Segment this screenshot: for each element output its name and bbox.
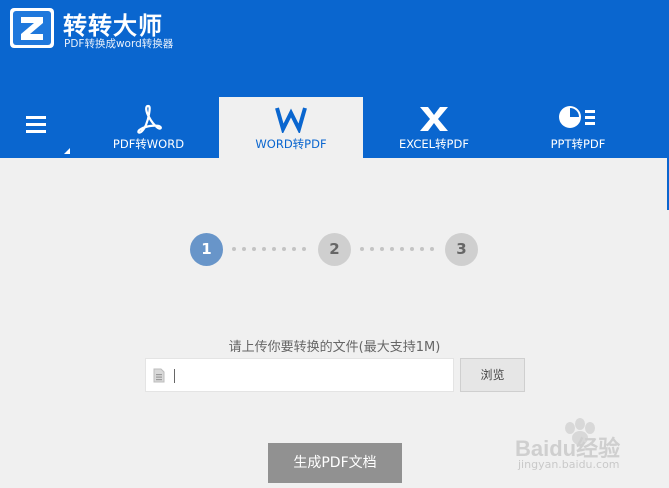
powerpoint-icon [559, 106, 595, 128]
tab-word-to-pdf[interactable]: WORD转PDF [219, 97, 363, 158]
document-icon [153, 368, 165, 383]
acrobat-icon [136, 104, 162, 134]
step-connector-dots [360, 247, 440, 252]
watermark-url: jingyan.baidu.com [518, 458, 620, 471]
file-path-input[interactable] [145, 358, 454, 392]
step-connector-dots [232, 247, 312, 252]
tab-excel-to-pdf[interactable]: EXCEL转PDF [380, 97, 488, 158]
tab-pdf-to-word[interactable]: PDF转WORD [96, 97, 201, 158]
tab-label: PPT转PDF [550, 137, 606, 151]
app-subtitle: PDF转换成word转换器 [64, 38, 174, 50]
upload-prompt: 请上传你要转换的文件(最大支持1M) [228, 340, 441, 355]
word-icon [275, 107, 307, 133]
hamburger-menu-icon[interactable] [22, 116, 52, 138]
step-3-indicator: 3 [445, 233, 478, 266]
generate-pdf-button[interactable]: 生成PDF文档 [268, 443, 402, 483]
excel-icon [420, 107, 448, 131]
tab-label: EXCEL转PDF [399, 137, 469, 151]
step-1-indicator: 1 [190, 233, 223, 266]
step-2-indicator: 2 [318, 233, 351, 266]
text-cursor [174, 369, 175, 383]
menu-caret-icon [64, 148, 70, 154]
zhuanzhuan-logo-icon [10, 8, 54, 48]
tab-label: PDF转WORD [112, 137, 185, 151]
tab-label: WORD转PDF [255, 137, 327, 151]
app-header: 转转大师 PDF转换成word转换器 PDF转WORD WORD转PDF EXC… [0, 0, 669, 158]
browse-button[interactable]: 浏览 [460, 358, 525, 392]
tab-ppt-to-pdf[interactable]: PPT转PDF [530, 97, 626, 158]
